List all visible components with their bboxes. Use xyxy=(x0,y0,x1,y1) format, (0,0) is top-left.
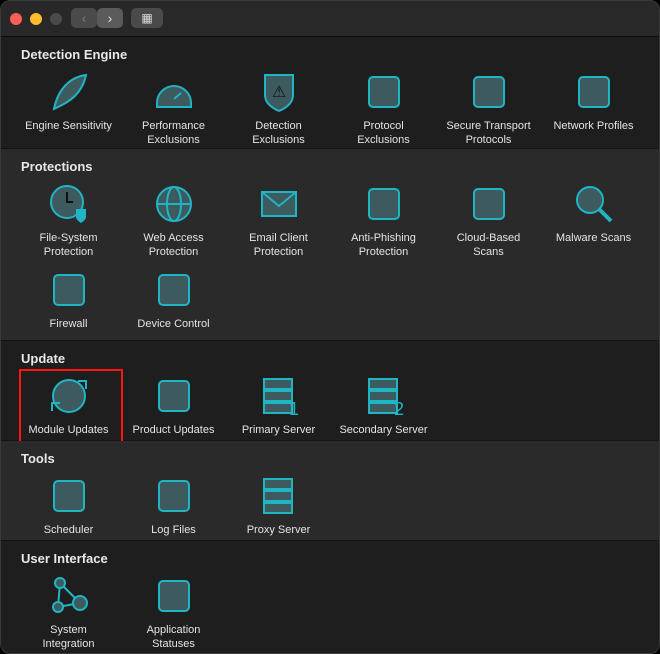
item-label: Web Access Protection xyxy=(143,232,204,258)
shield-warning-icon: ⚠ xyxy=(263,74,294,113)
pref-item-system-integration[interactable]: System Integration xyxy=(16,573,121,653)
pref-item-firewall[interactable]: Firewall xyxy=(16,267,121,347)
chevron-right-icon: › xyxy=(107,10,113,26)
item-label: Malware Scans xyxy=(555,232,632,244)
refresh-icon xyxy=(50,379,87,413)
speedometer-icon xyxy=(155,85,192,108)
pref-item-cloud-based-scans[interactable]: Cloud-Based Scans xyxy=(436,181,541,261)
item-label: Application Statuses xyxy=(146,624,201,650)
pref-item-file-system-protection[interactable]: File-System Protection xyxy=(16,181,121,261)
item-label: Detection Exclusions xyxy=(252,120,305,146)
list-refresh-icon xyxy=(157,380,190,412)
item-label: Product Updates xyxy=(132,424,215,436)
section-update: Update Module Updates Product Updates 1 Prim… xyxy=(1,341,659,446)
globe-icon xyxy=(155,186,192,222)
item-label: Engine Sensitivity xyxy=(25,120,112,132)
section-title: Tools xyxy=(21,451,55,466)
pref-item-email-client-protection[interactable]: Email Client Protection xyxy=(226,181,331,261)
minimize-button[interactable] xyxy=(30,13,42,25)
hook-icon xyxy=(367,188,400,220)
svg-text:1: 1 xyxy=(288,399,298,417)
folder-signal-icon xyxy=(367,76,400,108)
chevron-left-icon: ‹ xyxy=(81,10,87,26)
section-title: Detection Engine xyxy=(21,47,128,62)
shield-gear-icon xyxy=(472,76,505,108)
title-bar: ‹ › ▦ xyxy=(1,1,659,37)
pref-item-engine-sensitivity[interactable]: Engine Sensitivity xyxy=(16,69,121,149)
pref-item-device-control[interactable]: Device Control xyxy=(121,267,226,347)
server-2-icon: 2 xyxy=(367,378,404,417)
section-user-interface: User Interface System Integration Applicat… xyxy=(1,541,659,653)
calendar-icon xyxy=(52,480,85,512)
item-label: Module Updates xyxy=(28,424,109,436)
section-title: Protections xyxy=(21,159,93,174)
item-label: Email Client Protection xyxy=(249,232,308,258)
forward-button[interactable]: › xyxy=(97,8,123,28)
item-label: Log Files xyxy=(151,524,196,536)
preferences-window: ‹ › ▦ Detection Engine Engine Sensitivity… xyxy=(0,0,660,654)
pref-item-malware-scans[interactable]: Malware Scans xyxy=(541,181,646,261)
pref-item-performance-exclusions[interactable]: Performance Exclusions xyxy=(121,69,226,149)
item-label: System Integration xyxy=(42,624,95,650)
section-protections: Protections File-System Protection Web Acc… xyxy=(1,149,659,341)
item-label: File-System Protection xyxy=(39,232,98,258)
item-label: Secondary Server xyxy=(339,424,428,436)
grid-icon: ▦ xyxy=(141,11,153,25)
section-title: User Interface xyxy=(21,551,108,566)
server-1-icon: 1 xyxy=(262,378,299,417)
envelope-icon xyxy=(260,191,297,217)
pref-item-application-statuses[interactable]: Application Statuses xyxy=(121,573,226,653)
close-button[interactable] xyxy=(10,13,22,25)
pref-item-web-access-protection[interactable]: Web Access Protection xyxy=(121,181,226,261)
item-label: Network Profiles xyxy=(553,120,634,132)
usb-lock-icon xyxy=(157,274,190,306)
item-label: Cloud-Based Scans xyxy=(456,232,521,258)
nodes-icon xyxy=(51,577,88,613)
documents-icon xyxy=(157,480,190,512)
item-label: Secure Transport Protocols xyxy=(446,120,531,146)
item-label: Proxy Server xyxy=(246,524,311,536)
back-button[interactable]: ‹ xyxy=(71,8,97,28)
item-label: Scheduler xyxy=(43,524,94,536)
server-icon xyxy=(262,478,293,514)
svg-text:⚠: ⚠ xyxy=(271,84,285,101)
status-list-icon xyxy=(157,580,190,612)
clock-shield-icon xyxy=(49,185,86,223)
pref-item-protocol-exclusions[interactable]: Protocol Exclusions xyxy=(331,69,436,149)
section-tools: Tools Scheduler Log Files Proxy Server xyxy=(1,441,659,541)
section-detection-engine: Detection Engine Engine Sensitivity Perfor… xyxy=(1,37,659,149)
section-title: Update xyxy=(21,351,66,366)
firewall-icon xyxy=(52,274,85,306)
pref-item-network-profiles[interactable]: Network Profiles xyxy=(541,69,646,149)
wifi-list-icon xyxy=(577,76,610,108)
pref-item-secure-transport-protocols[interactable]: Secure Transport Protocols xyxy=(436,69,541,149)
magnifier-icon xyxy=(575,186,612,223)
feather-icon xyxy=(52,73,87,111)
pref-item-detection-exclusions[interactable]: ⚠ Detection Exclusions xyxy=(226,69,331,149)
item-label: Protocol Exclusions xyxy=(357,120,410,146)
item-label: Primary Server xyxy=(241,424,316,436)
show-all-button[interactable]: ▦ xyxy=(131,8,163,28)
cloud-shield-icon xyxy=(472,188,505,220)
item-label: Anti-Phishing Protection xyxy=(351,232,416,258)
pref-item-anti-phishing-protection[interactable]: Anti-Phishing Protection xyxy=(331,181,436,261)
item-label: Device Control xyxy=(137,318,210,330)
item-label: Firewall xyxy=(49,318,88,330)
zoom-button[interactable] xyxy=(50,13,62,25)
item-label: Performance Exclusions xyxy=(142,120,205,146)
svg-text:2: 2 xyxy=(393,399,403,417)
